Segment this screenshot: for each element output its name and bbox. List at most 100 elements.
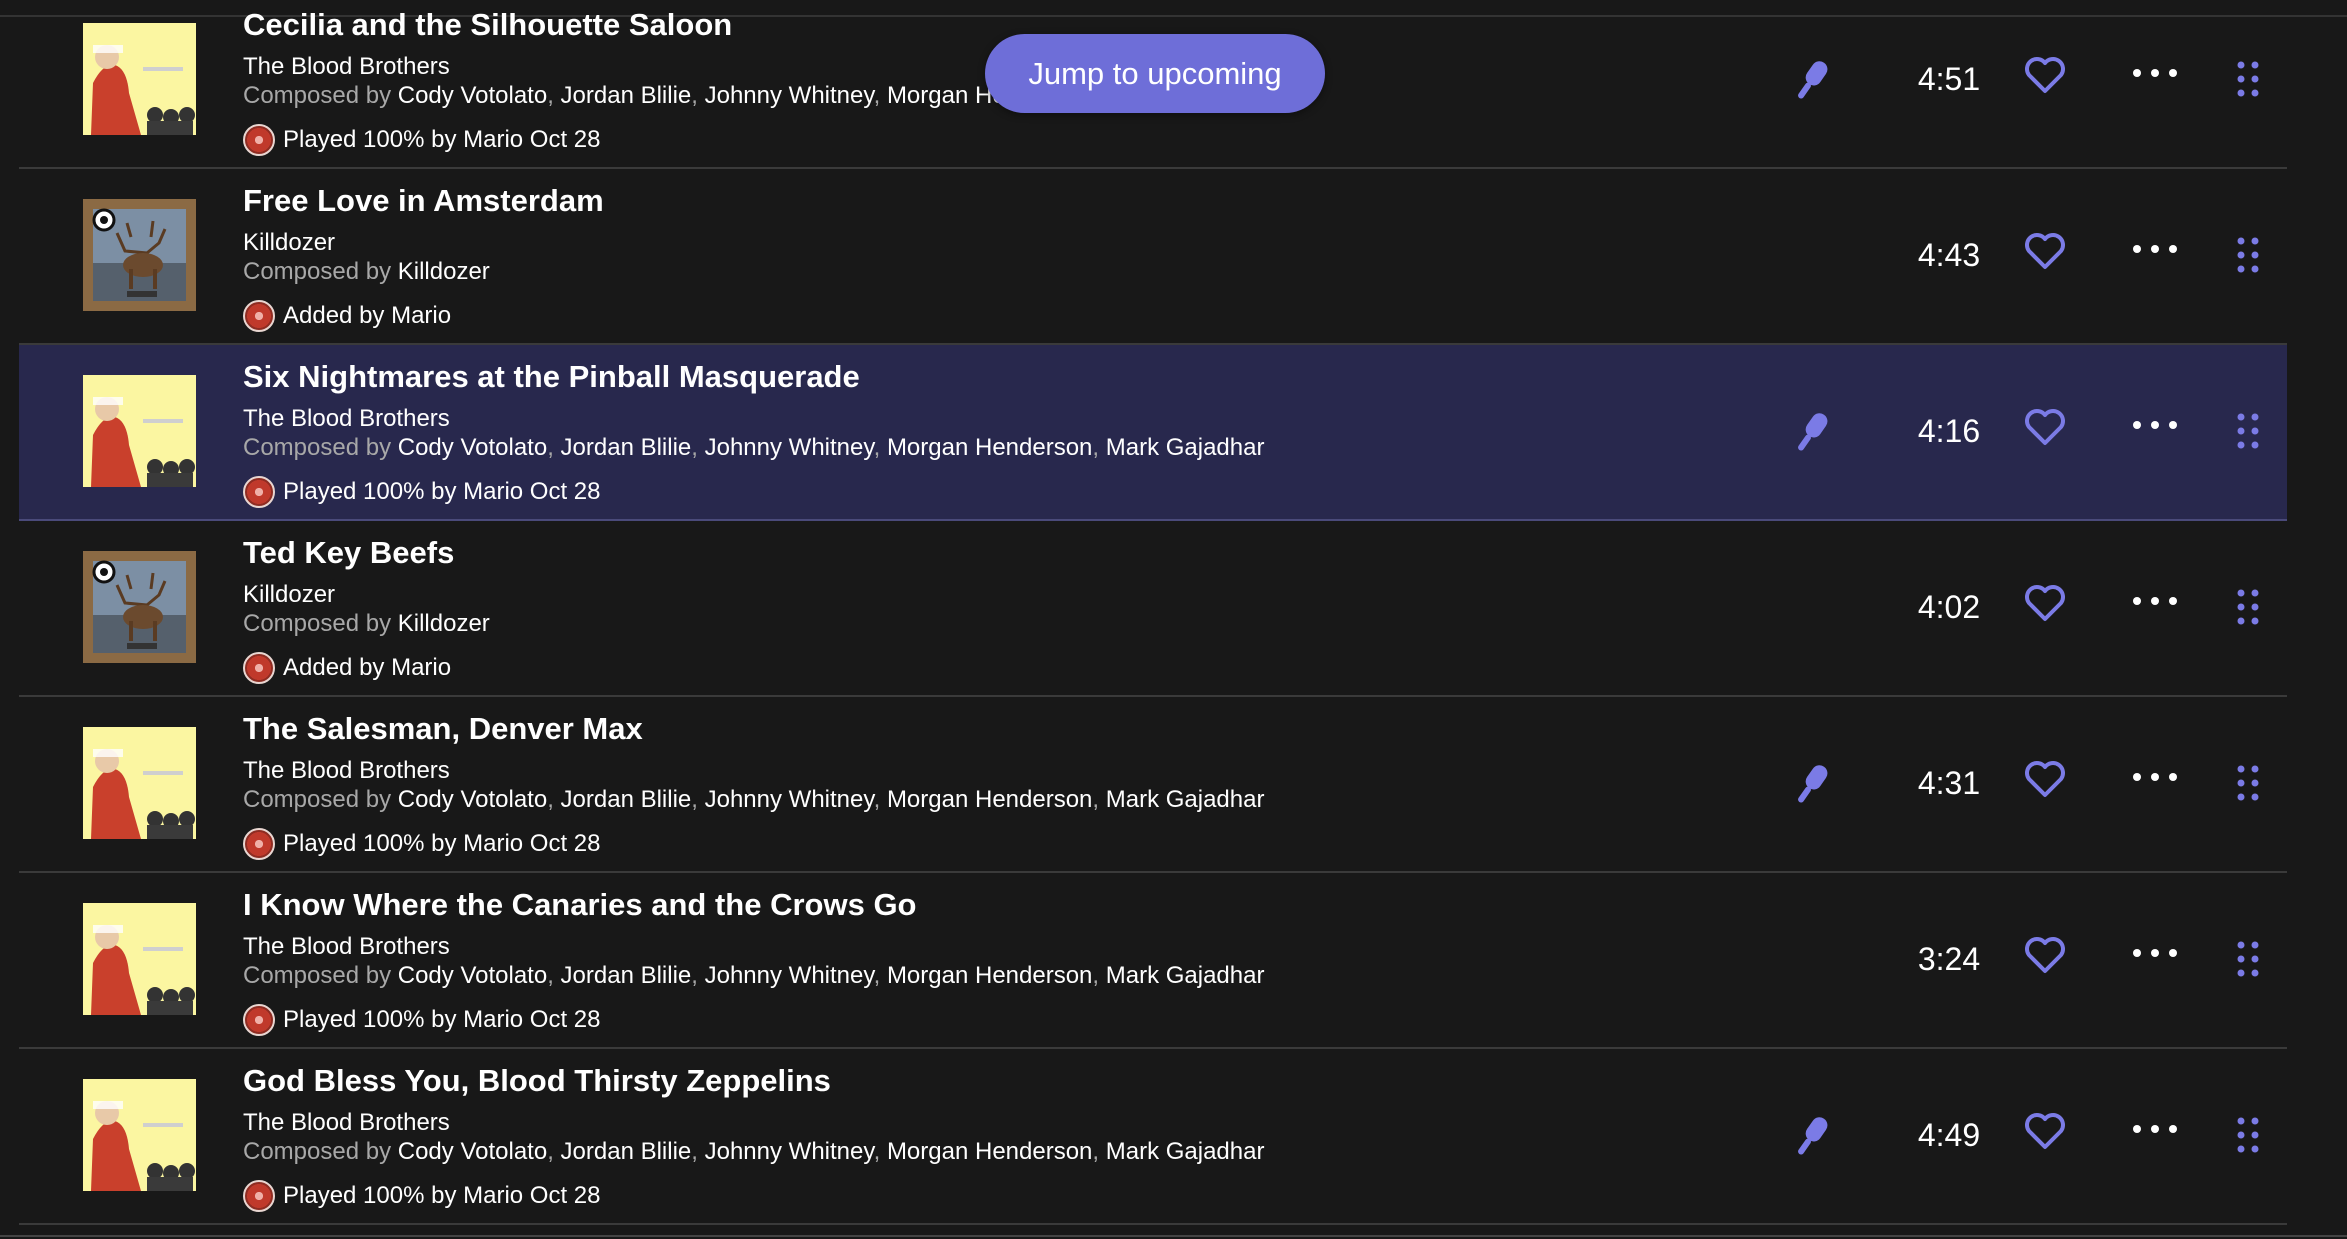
heart-icon[interactable] bbox=[2024, 407, 2066, 447]
album-art[interactable] bbox=[83, 727, 196, 839]
composer-name[interactable]: Jordan Blilie bbox=[561, 1138, 692, 1165]
drag-handle-icon[interactable] bbox=[2235, 939, 2261, 979]
avatar bbox=[243, 1004, 275, 1036]
composed-by-label: Composed by bbox=[243, 434, 392, 461]
composer-name[interactable]: Morgan Henderson bbox=[887, 962, 1092, 989]
album-art[interactable] bbox=[83, 23, 196, 135]
track-duration: 4:31 bbox=[1917, 765, 1981, 801]
composer-name[interactable]: Cody Votolato bbox=[398, 82, 547, 109]
track-title[interactable]: The Salesman, Denver Max bbox=[243, 711, 643, 747]
more-icon[interactable] bbox=[2131, 229, 2179, 269]
track-status-text: Added by Mario bbox=[283, 302, 452, 329]
track-row[interactable]: The Salesman, Denver Max The Blood Broth… bbox=[19, 697, 2287, 873]
composer-name[interactable]: Cody Votolato bbox=[398, 962, 547, 989]
album-art[interactable] bbox=[83, 903, 196, 1015]
more-icon[interactable] bbox=[2131, 581, 2179, 621]
composer-name[interactable]: Johnny Whitney bbox=[705, 434, 874, 461]
album-art[interactable] bbox=[83, 1079, 196, 1191]
album-art[interactable] bbox=[83, 375, 196, 487]
track-row[interactable]: I Know Where the Canaries and the Crows … bbox=[19, 873, 2287, 1049]
composer-name[interactable]: Mark Gajadhar bbox=[1106, 786, 1265, 813]
track-title[interactable]: Six Nightmares at the Pinball Masquerade bbox=[243, 359, 860, 395]
composer-name[interactable]: Mark Gajadhar bbox=[1106, 1138, 1265, 1165]
composer-name[interactable]: Johnny Whitney bbox=[705, 1138, 874, 1165]
composer-name[interactable]: Cody Votolato bbox=[398, 1138, 547, 1165]
composed-by-label: Composed by bbox=[243, 1138, 392, 1165]
track-status: Played 100% by Mario Oct 28 bbox=[243, 1180, 601, 1212]
composer-name[interactable]: Johnny Whitney bbox=[705, 962, 874, 989]
track-artist[interactable]: The Blood Brothers bbox=[243, 53, 450, 81]
composer-name[interactable]: Mark Gajadhar bbox=[1106, 962, 1265, 989]
drag-handle-icon[interactable] bbox=[2235, 763, 2261, 803]
track-row[interactable]: Free Love in Amsterdam Killdozer Compose… bbox=[19, 169, 2287, 345]
play-queue: Cecilia and the Silhouette Saloon The Bl… bbox=[19, 0, 2287, 1225]
track-artist[interactable]: The Blood Brothers bbox=[243, 1109, 450, 1137]
composed-by-label: Composed by bbox=[243, 610, 392, 637]
microphone-icon[interactable] bbox=[1791, 56, 1829, 106]
composer-name[interactable]: Cody Votolato bbox=[398, 786, 547, 813]
composer-name[interactable]: Jordan Blilie bbox=[561, 434, 692, 461]
track-title[interactable]: Free Love in Amsterdam bbox=[243, 183, 604, 219]
microphone-icon[interactable] bbox=[1791, 1112, 1829, 1162]
heart-icon[interactable] bbox=[2024, 759, 2066, 799]
drag-handle-icon[interactable] bbox=[2235, 59, 2261, 99]
track-composers: Composed by Cody Votolato, Jordan Blilie… bbox=[243, 1138, 1265, 1165]
drag-handle-icon[interactable] bbox=[2235, 1115, 2261, 1155]
composer-name[interactable]: Morgan Henderson bbox=[887, 434, 1092, 461]
composer-name[interactable]: Killdozer bbox=[398, 258, 490, 285]
composer-name[interactable]: Jordan Blilie bbox=[561, 82, 692, 109]
jump-to-upcoming-button[interactable]: Jump to upcoming bbox=[985, 34, 1325, 113]
track-artist[interactable]: The Blood Brothers bbox=[243, 405, 450, 433]
more-icon[interactable] bbox=[2131, 53, 2179, 93]
microphone-icon[interactable] bbox=[1791, 760, 1829, 810]
track-status-text: Added by Mario bbox=[283, 654, 452, 681]
more-icon[interactable] bbox=[2131, 405, 2179, 445]
composer-name[interactable]: Jordan Blilie bbox=[561, 786, 692, 813]
composer-name[interactable]: Morgan Henderson bbox=[887, 786, 1092, 813]
album-art-killdozer bbox=[87, 203, 192, 307]
track-row[interactable]: God Bless You, Blood Thirsty Zeppelins T… bbox=[19, 1049, 2287, 1225]
microphone-icon[interactable] bbox=[1791, 408, 1829, 458]
composed-by-label: Composed by bbox=[243, 786, 392, 813]
heart-icon[interactable] bbox=[2024, 231, 2066, 271]
composer-name[interactable]: Cody Votolato bbox=[398, 434, 547, 461]
avatar bbox=[243, 828, 275, 860]
composer-name[interactable]: Killdozer bbox=[398, 610, 490, 637]
track-title[interactable]: Cecilia and the Silhouette Saloon bbox=[243, 7, 732, 43]
composer-name[interactable]: Johnny Whitney bbox=[705, 786, 874, 813]
drag-handle-icon[interactable] bbox=[2235, 235, 2261, 275]
track-title[interactable]: I Know Where the Canaries and the Crows … bbox=[243, 887, 917, 923]
track-composers: Composed by Killdozer bbox=[243, 258, 490, 286]
album-art[interactable] bbox=[83, 199, 196, 311]
heart-icon[interactable] bbox=[2024, 935, 2066, 975]
track-status-text: Played 100% by Mario Oct 28 bbox=[283, 478, 601, 505]
track-composers: Composed by Cody Votolato, Jordan Blilie… bbox=[243, 434, 1265, 461]
drag-handle-icon[interactable] bbox=[2235, 587, 2261, 627]
more-icon[interactable] bbox=[2131, 933, 2179, 973]
heart-icon[interactable] bbox=[2024, 583, 2066, 623]
drag-handle-icon[interactable] bbox=[2235, 411, 2261, 451]
composer-name[interactable]: Mark Gajadhar bbox=[1106, 434, 1265, 461]
more-icon[interactable] bbox=[2131, 757, 2179, 797]
track-artist[interactable]: The Blood Brothers bbox=[243, 757, 450, 785]
avatar bbox=[243, 300, 275, 332]
track-artist[interactable]: Killdozer bbox=[243, 581, 335, 609]
track-row[interactable]: Ted Key Beefs Killdozer Composed by Kill… bbox=[19, 521, 2287, 697]
album-art-blood-brothers bbox=[83, 727, 196, 839]
track-artist[interactable]: The Blood Brothers bbox=[243, 933, 450, 961]
track-artist[interactable]: Killdozer bbox=[243, 229, 335, 257]
track-row[interactable]: Six Nightmares at the Pinball Masquerade… bbox=[19, 345, 2287, 521]
track-title[interactable]: Ted Key Beefs bbox=[243, 535, 454, 571]
composer-name[interactable]: Morgan Henderson bbox=[887, 1138, 1092, 1165]
track-status-text: Played 100% by Mario Oct 28 bbox=[283, 830, 601, 857]
composer-name[interactable]: Johnny Whitney bbox=[705, 82, 874, 109]
album-art[interactable] bbox=[83, 551, 196, 663]
track-title[interactable]: God Bless You, Blood Thirsty Zeppelins bbox=[243, 1063, 831, 1099]
album-art-blood-brothers bbox=[83, 23, 196, 135]
heart-icon[interactable] bbox=[2024, 1111, 2066, 1151]
track-duration: 4:02 bbox=[1917, 589, 1981, 625]
composer-name[interactable]: Jordan Blilie bbox=[561, 962, 692, 989]
heart-icon[interactable] bbox=[2024, 55, 2066, 95]
more-icon[interactable] bbox=[2131, 1109, 2179, 1149]
track-status: Added by Mario bbox=[243, 652, 451, 684]
